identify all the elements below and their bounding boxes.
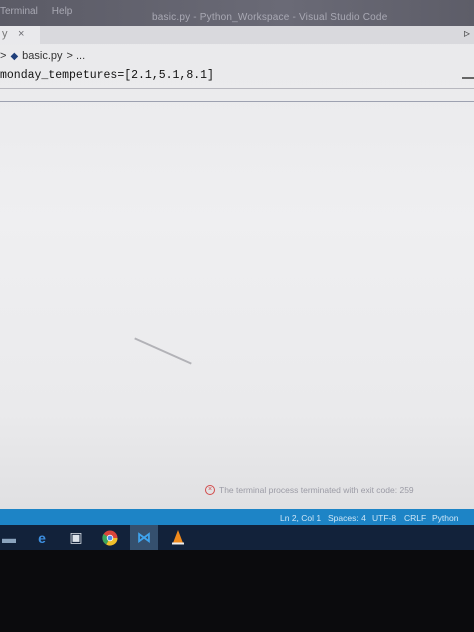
menu-bar: Terminal Help	[0, 6, 72, 17]
menu-help[interactable]: Help	[52, 6, 73, 17]
code-text: monday_tempetures=[2.1,5.1,8.1]	[0, 68, 214, 82]
screen-glare	[134, 337, 192, 365]
store-icon[interactable]: ▣	[62, 525, 90, 550]
current-line-highlight-bottom	[0, 101, 474, 102]
title-bar: Terminal Help basic.py - Python_Workspac…	[0, 0, 474, 26]
windows-taskbar: ▬ e ▣ ⋈	[0, 525, 474, 550]
terminal-notification: × The terminal process terminated with e…	[205, 485, 414, 495]
task-view-icon[interactable]: ▬	[0, 525, 18, 550]
breadcrumb: > ◆ basic.py > ...	[0, 47, 474, 65]
python-file-icon: ◆	[10, 50, 19, 62]
split-editor-icon[interactable]: ▹	[464, 26, 470, 40]
breadcrumb-symbols[interactable]: > ...	[67, 50, 86, 62]
status-indentation[interactable]: Spaces: 4	[328, 513, 366, 523]
tab-label: y	[2, 28, 8, 40]
scrollbar-marker[interactable]	[462, 77, 474, 79]
breadcrumb-separator: >	[0, 50, 7, 62]
chrome-icon[interactable]	[96, 525, 124, 550]
breadcrumb-file[interactable]: basic.py	[22, 50, 62, 62]
status-bar: Ln 2, Col 1 Spaces: 4 UTF-8 CRLF Python	[0, 509, 474, 525]
notification-text: The terminal process terminated with exi…	[219, 485, 414, 495]
tab-basic-py[interactable]: y ×	[0, 26, 40, 44]
code-line-1[interactable]: monday_tempetures=[2.1,5.1,8.1]	[0, 66, 474, 84]
menu-terminal[interactable]: Terminal	[0, 6, 38, 17]
chrome-logo	[102, 530, 118, 546]
tab-bar: y × ▹	[0, 26, 474, 44]
close-icon[interactable]: ×	[18, 28, 24, 40]
edge-browser-icon[interactable]: e	[28, 525, 56, 550]
status-cursor-position[interactable]: Ln 2, Col 1	[280, 513, 321, 523]
current-line-highlight	[0, 88, 474, 89]
vlc-icon[interactable]	[164, 525, 192, 550]
vlc-cone	[172, 530, 184, 545]
status-line-ending[interactable]: CRLF	[404, 513, 426, 523]
status-encoding[interactable]: UTF-8	[372, 513, 396, 523]
status-language[interactable]: Python	[432, 513, 458, 523]
monitor-bezel	[0, 550, 474, 632]
window-title: basic.py - Python_Workspace - Visual Stu…	[152, 12, 388, 23]
vscode-taskbar-icon[interactable]: ⋈	[130, 525, 158, 550]
error-icon: ×	[205, 485, 215, 495]
vscode-window: Terminal Help basic.py - Python_Workspac…	[0, 0, 474, 550]
